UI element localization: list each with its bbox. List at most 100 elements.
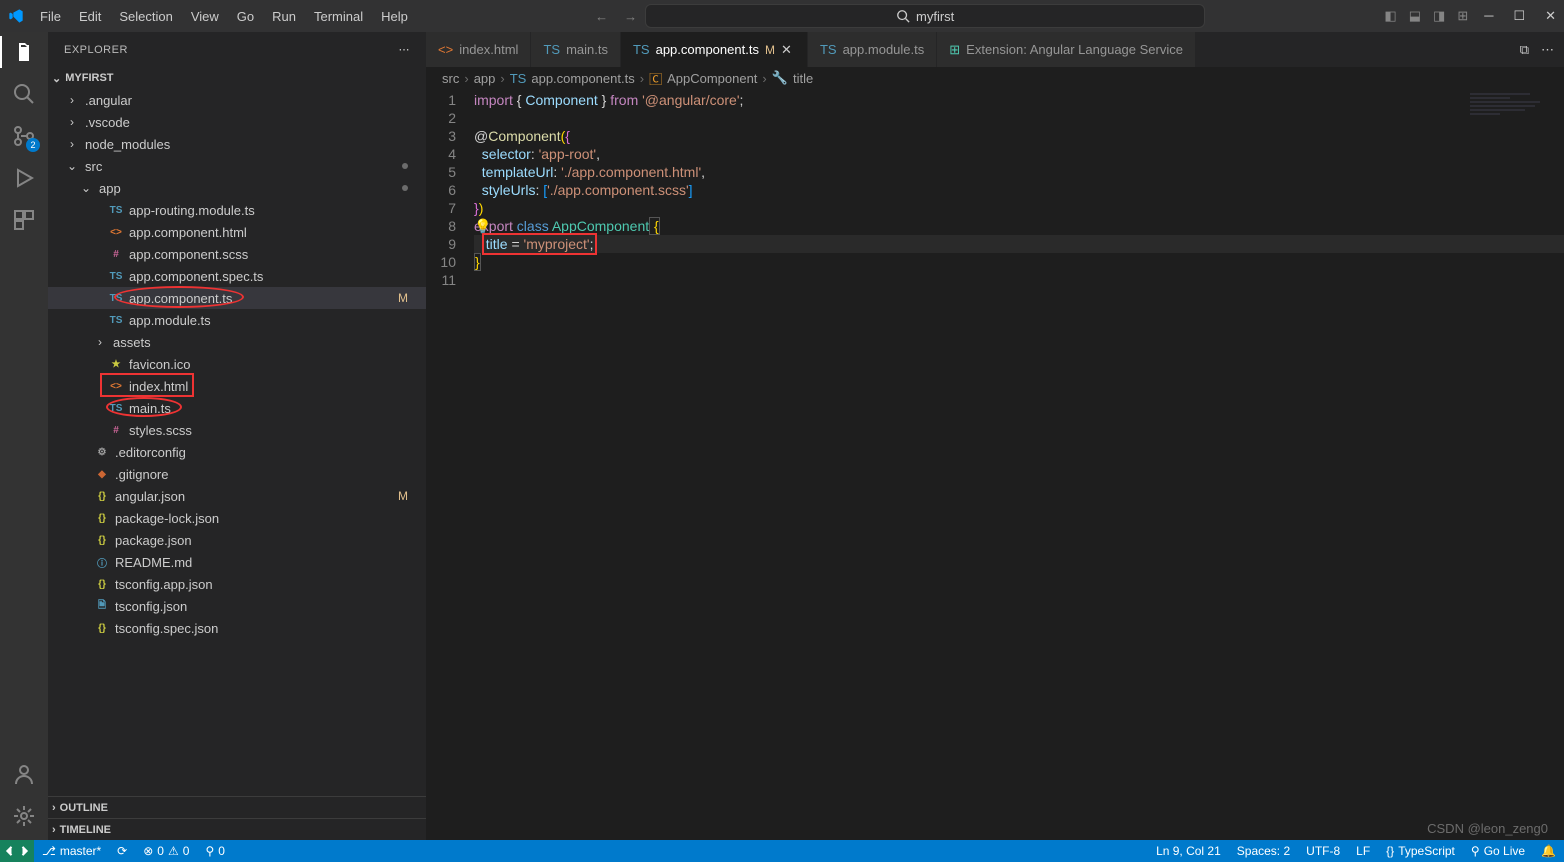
menu-selection[interactable]: Selection — [111, 5, 180, 28]
customize-layout-icon[interactable]: ⊞ — [1457, 8, 1468, 24]
minimap[interactable] — [1470, 93, 1550, 121]
file-tsconfig-spec[interactable]: {}tsconfig.spec.json — [48, 617, 426, 639]
ts-file-icon: TS — [820, 42, 837, 57]
breadcrumb-app[interactable]: app — [474, 71, 496, 86]
file-tree: ›.angular ›.vscode ›node_modules ⌄src ⌄a… — [48, 89, 426, 796]
tab-index-html[interactable]: <>index.html — [426, 32, 531, 67]
activity-search-icon[interactable] — [12, 82, 36, 106]
maximize-icon[interactable]: ☐ — [1513, 8, 1525, 24]
file-app-component-scss[interactable]: #app.component.scss — [48, 243, 426, 265]
nav-back-icon[interactable]: ← — [595, 9, 608, 24]
folder-vscode[interactable]: ›.vscode — [48, 111, 426, 133]
activity-debug-icon[interactable] — [12, 166, 36, 190]
ts-file-icon: TS — [108, 290, 124, 306]
tab-app-component-ts[interactable]: TSapp.component.tsM✕ — [621, 32, 808, 67]
status-ports[interactable]: ⚲0 — [197, 844, 232, 858]
chevron-down-icon: ⌄ — [78, 181, 94, 195]
project-header[interactable]: ⌄ MYFIRST — [48, 67, 426, 89]
status-branch[interactable]: ⎇master* — [34, 844, 109, 858]
menu-view[interactable]: View — [183, 5, 227, 28]
file-angular-json[interactable]: {}angular.jsonM — [48, 485, 426, 507]
more-actions-icon[interactable]: ⋯ — [1541, 42, 1554, 58]
modified-badge: M — [398, 291, 408, 305]
breadcrumb-src[interactable]: src — [442, 71, 459, 86]
activity-account-icon[interactable] — [12, 762, 36, 786]
tab-app-module[interactable]: TSapp.module.ts — [808, 32, 937, 67]
sidebar-explorer: EXPLORER ⋯ ⌄ MYFIRST ›.angular ›.vscode … — [48, 32, 426, 840]
command-center-label: myfirst — [916, 9, 954, 24]
file-app-component-html[interactable]: <>app.component.html — [48, 221, 426, 243]
status-golive[interactable]: ⚲Go Live — [1463, 844, 1533, 858]
activity-scm-icon[interactable]: 2 — [12, 124, 36, 148]
toggle-panel-icon[interactable]: ⬓ — [1409, 8, 1421, 24]
activity-extensions-icon[interactable] — [12, 208, 36, 232]
chevron-down-icon: ⌄ — [64, 159, 80, 173]
outline-section[interactable]: ›OUTLINE — [48, 796, 426, 818]
menu-run[interactable]: Run — [264, 5, 304, 28]
file-app-component-spec[interactable]: TSapp.component.spec.ts — [48, 265, 426, 287]
folder-angular[interactable]: ›.angular — [48, 89, 426, 111]
minimize-icon[interactable]: ─ — [1484, 8, 1493, 24]
file-package-lock[interactable]: {}package-lock.json — [48, 507, 426, 529]
file-tsconfig-app[interactable]: {}tsconfig.app.json — [48, 573, 426, 595]
file-styles-scss[interactable]: #styles.scss — [48, 419, 426, 441]
breadcrumb-file[interactable]: app.component.ts — [531, 71, 634, 86]
close-icon[interactable]: ✕ — [1545, 8, 1556, 24]
toggle-secondary-sidebar-icon[interactable]: ◨ — [1433, 8, 1445, 24]
error-icon: ⊗ — [143, 844, 153, 858]
sidebar-more-icon[interactable]: ⋯ — [399, 43, 411, 56]
modified-badge: M — [398, 489, 408, 503]
timeline-section[interactable]: ›TIMELINE — [48, 818, 426, 840]
status-notifications-icon[interactable]: 🔔 — [1533, 844, 1564, 858]
status-sync[interactable]: ⟳ — [109, 844, 135, 858]
scm-badge: 2 — [26, 138, 40, 152]
breadcrumb-member[interactable]: title — [793, 71, 813, 86]
code-editor[interactable]: 1234567891011 import { Component } from … — [426, 89, 1564, 840]
menu-file[interactable]: File — [32, 5, 69, 28]
status-encoding[interactable]: UTF-8 — [1298, 844, 1348, 858]
file-main-ts[interactable]: TSmain.ts — [48, 397, 426, 419]
file-app-module[interactable]: TSapp.module.ts — [48, 309, 426, 331]
close-tab-icon[interactable]: ✕ — [781, 42, 795, 58]
file-favicon[interactable]: ★favicon.ico — [48, 353, 426, 375]
split-editor-icon[interactable]: ⧉ — [1520, 42, 1529, 58]
breadcrumbs[interactable]: src› app› TSapp.component.ts› 🄲AppCompon… — [426, 67, 1564, 89]
status-eol[interactable]: LF — [1348, 844, 1378, 858]
html-file-icon: <> — [108, 378, 124, 394]
folder-node-modules[interactable]: ›node_modules — [48, 133, 426, 155]
file-package-json[interactable]: {}package.json — [48, 529, 426, 551]
file-gitignore[interactable]: ◆.gitignore — [48, 463, 426, 485]
remote-indicator[interactable] — [0, 840, 34, 862]
info-file-icon: ⓘ — [94, 554, 110, 570]
menu-terminal[interactable]: Terminal — [306, 5, 371, 28]
folder-app[interactable]: ⌄app — [48, 177, 426, 199]
file-tsconfig[interactable]: 🗎tsconfig.json — [48, 595, 426, 617]
status-spaces[interactable]: Spaces: 2 — [1229, 844, 1298, 858]
file-app-component-ts[interactable]: TSapp.component.tsM — [48, 287, 426, 309]
status-cursor[interactable]: Ln 9, Col 21 — [1148, 844, 1229, 858]
file-editorconfig[interactable]: ⚙.editorconfig — [48, 441, 426, 463]
status-language[interactable]: {}TypeScript — [1378, 844, 1463, 858]
vscode-logo-icon — [8, 8, 24, 24]
folder-assets[interactable]: ›assets — [48, 331, 426, 353]
menu-edit[interactable]: Edit — [71, 5, 109, 28]
breadcrumb-class[interactable]: AppComponent — [667, 71, 757, 86]
command-center[interactable]: myfirst — [645, 4, 1205, 28]
status-problems[interactable]: ⊗0⚠0 — [135, 844, 197, 858]
tab-main-ts[interactable]: TSmain.ts — [531, 32, 621, 67]
toggle-primary-sidebar-icon[interactable]: ◧ — [1384, 8, 1396, 24]
file-readme[interactable]: ⓘREADME.md — [48, 551, 426, 573]
menu-help[interactable]: Help — [373, 5, 416, 28]
json-file-icon: {} — [94, 620, 110, 636]
code-content[interactable]: import { Component } from '@angular/core… — [474, 89, 1564, 840]
folder-src[interactable]: ⌄src — [48, 155, 426, 177]
tab-extension[interactable]: ⊞Extension: Angular Language Service — [937, 32, 1196, 67]
git-file-icon: ◆ — [94, 466, 110, 482]
menu-go[interactable]: Go — [229, 5, 262, 28]
file-app-routing[interactable]: TSapp-routing.module.ts — [48, 199, 426, 221]
file-index-html[interactable]: <>index.html — [48, 375, 426, 397]
ts-file-icon: TS — [108, 268, 124, 284]
activity-settings-icon[interactable] — [12, 804, 36, 828]
nav-forward-icon[interactable]: → — [624, 9, 637, 24]
activity-explorer-icon[interactable] — [12, 40, 36, 64]
